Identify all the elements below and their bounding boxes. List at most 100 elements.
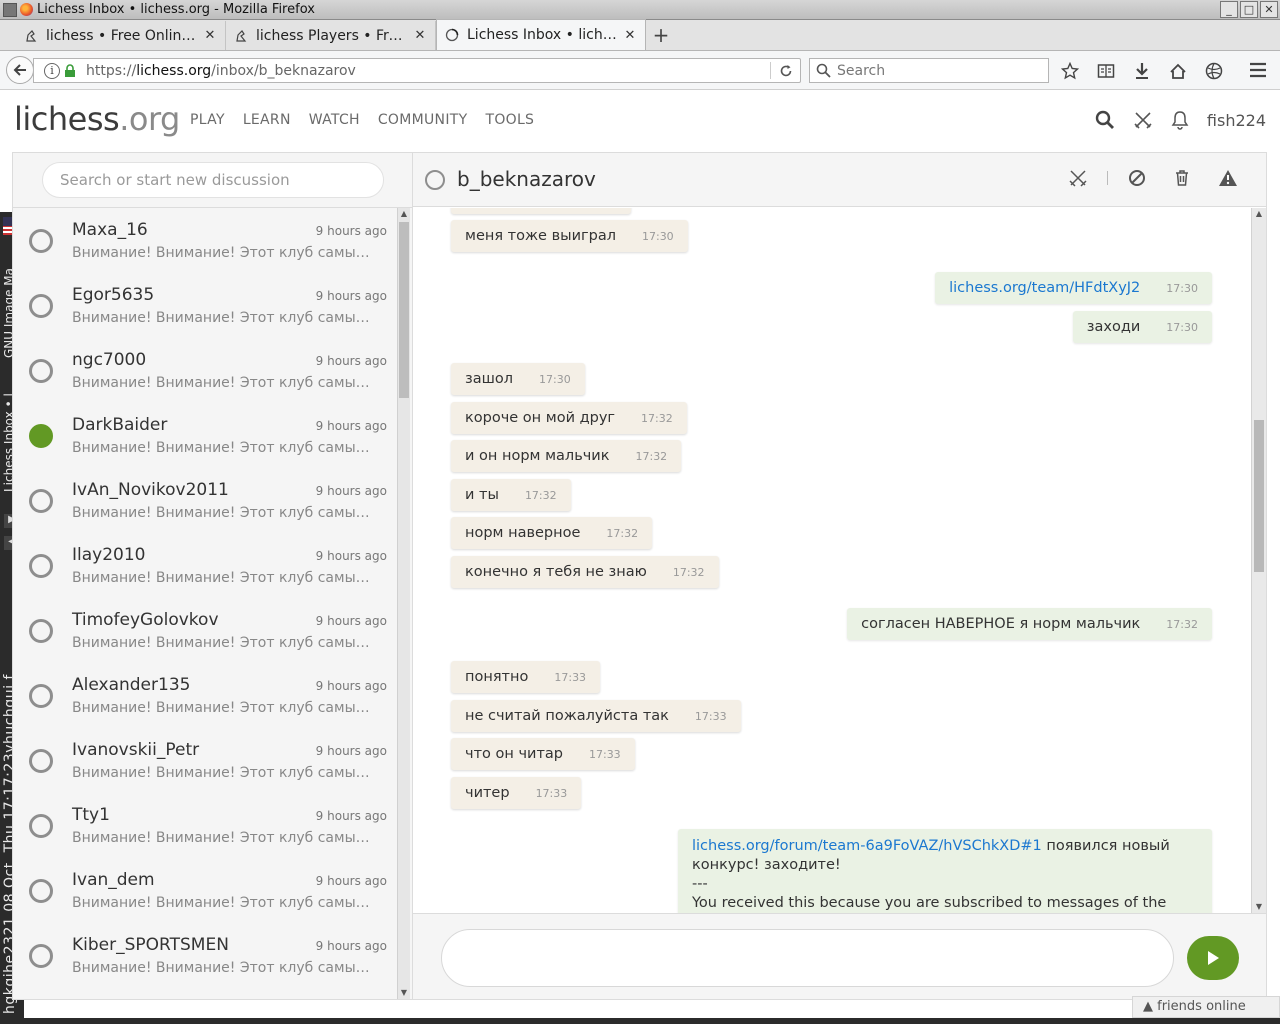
contact-name: IvAn_Novikov2011 bbox=[72, 480, 229, 500]
message-received: не считай пожалуйста так 17:33 bbox=[451, 700, 741, 732]
nav-play[interactable]: PLAY bbox=[190, 112, 225, 128]
contact-item[interactable]: Kiber_SPORTSMEN 9 hours ago Внимание! Вним… bbox=[25, 923, 397, 988]
scroll-up-icon[interactable]: ▲ bbox=[1253, 208, 1265, 220]
friends-online-toggle[interactable]: ▲ friends online bbox=[1132, 996, 1280, 1018]
contact-time: 9 hours ago bbox=[315, 354, 387, 368]
report-warning-icon[interactable] bbox=[1218, 169, 1238, 187]
lichess-logo[interactable]: lichess.org bbox=[14, 100, 180, 138]
notifications-bell-icon[interactable] bbox=[1171, 110, 1189, 130]
message-link[interactable]: lichess.org/forum/team-6a9FoVAZ/hVSChkXD… bbox=[692, 838, 1042, 854]
contact-item[interactable]: DarkBaider 9 hours ago Внимание! Внимание!… bbox=[25, 403, 397, 468]
contact-preview: Внимание! Внимание! Этот клуб самый боль… bbox=[72, 310, 377, 326]
scroll-down-icon[interactable]: ▼ bbox=[1253, 901, 1265, 913]
nav-learn[interactable]: LEARN bbox=[243, 112, 291, 128]
window-menu-button[interactable] bbox=[3, 2, 17, 17]
send-arrow-icon bbox=[1208, 951, 1219, 965]
new-tab-button[interactable]: + bbox=[646, 21, 676, 50]
contact-item[interactable]: Maxa_16 9 hours ago Внимание! Внимание! Эт… bbox=[25, 208, 397, 273]
tab-close-icon[interactable]: ✕ bbox=[623, 28, 637, 43]
tab-close-icon[interactable]: ✕ bbox=[413, 28, 427, 43]
lichess-knight-icon bbox=[236, 29, 247, 42]
scroll-up-icon[interactable]: ▲ bbox=[398, 208, 410, 220]
user-status-icon bbox=[425, 170, 445, 190]
challenge-swords-icon[interactable] bbox=[1133, 110, 1153, 130]
bookmark-star-icon[interactable] bbox=[1058, 60, 1082, 82]
nav-watch[interactable]: WATCH bbox=[309, 112, 360, 128]
discussion-search-input[interactable]: Search or start new discussion bbox=[42, 162, 384, 198]
contact-name: Ivan_dem bbox=[72, 870, 155, 890]
lichess-knight-icon bbox=[26, 29, 37, 42]
close-window-button[interactable]: ✕ bbox=[1260, 1, 1278, 18]
message-sent-team-broadcast: lichess.org/forum/team-6a9FoVAZ/hVSChkXD… bbox=[678, 829, 1212, 913]
message-link[interactable]: lichess.org/team/HFdtXyJ2 bbox=[949, 280, 1140, 296]
contact-preview: Внимание! Внимание! Этот клуб самый боль… bbox=[72, 440, 377, 456]
contact-item[interactable]: Tty1 9 hours ago Внимание! Внимание! Этот … bbox=[25, 793, 397, 858]
challenge-swords-icon[interactable] bbox=[1069, 169, 1087, 187]
contact-item[interactable]: Alexander135 9 hours ago Внимание! Внимани… bbox=[25, 663, 397, 728]
maximize-button[interactable]: □ bbox=[1240, 1, 1258, 18]
contact-name: Ilay2010 bbox=[72, 545, 146, 565]
url-text: https://lichess.org/inbox/b_beknazarov bbox=[86, 62, 356, 79]
nav-community[interactable]: COMMUNITY bbox=[378, 112, 468, 128]
send-button[interactable] bbox=[1187, 936, 1239, 980]
contact-time: 9 hours ago bbox=[315, 224, 387, 238]
contact-time: 9 hours ago bbox=[315, 484, 387, 498]
reading-list-icon[interactable] bbox=[1094, 60, 1118, 82]
conversation-header: b_beknazarov bbox=[413, 153, 1266, 207]
contact-item[interactable]: ngc7000 9 hours ago Внимание! Внимание! Эт… bbox=[25, 338, 397, 403]
tab-close-icon[interactable]: ✕ bbox=[203, 28, 217, 43]
contact-status-icon bbox=[29, 424, 53, 448]
message-sent: заходи 17:30 bbox=[1072, 311, 1212, 343]
tab-lichess-home[interactable]: lichess • Free Online ... ✕ bbox=[16, 21, 226, 50]
search-bar[interactable]: Search bbox=[809, 58, 1049, 83]
downloads-icon[interactable] bbox=[1130, 60, 1154, 82]
user-menu[interactable]: fish224 bbox=[1207, 111, 1266, 130]
contact-status-icon bbox=[29, 619, 53, 643]
conversation-scrollbar[interactable]: ▲ ▼ bbox=[1251, 208, 1266, 913]
message-text: и он норм мальчик bbox=[465, 448, 610, 464]
contact-item[interactable]: Ivanovskii_Petr 9 hours ago Внимание! Вним… bbox=[25, 728, 397, 793]
home-icon[interactable] bbox=[1166, 60, 1190, 82]
contact-preview: Внимание! Внимание! Этот клуб самый боль… bbox=[72, 570, 377, 586]
contact-preview: Внимание! Внимание! Этот клуб самый боль… bbox=[72, 895, 377, 911]
block-icon[interactable] bbox=[1128, 169, 1146, 187]
message-time: 17:33 bbox=[588, 747, 621, 761]
window-titlebar: Lichess Inbox • lichess.org - Mozilla Fi… bbox=[0, 0, 1280, 20]
globe-addon-icon[interactable] bbox=[1202, 60, 1226, 82]
minimize-button[interactable]: _ bbox=[1220, 1, 1238, 18]
firefox-icon bbox=[20, 3, 33, 16]
sidebar-scrollbar[interactable]: ▲ ▼ bbox=[397, 208, 410, 999]
contact-item[interactable]: Ivan_dem 9 hours ago Внимание! Внимание! Э… bbox=[25, 858, 397, 923]
contact-item[interactable]: Egor5635 9 hours ago Внимание! Внимание! Э… bbox=[25, 273, 397, 338]
conversation-username[interactable]: b_beknazarov bbox=[457, 167, 596, 191]
back-button[interactable] bbox=[6, 56, 34, 84]
reload-button[interactable] bbox=[770, 62, 800, 79]
search-icon[interactable] bbox=[1095, 110, 1115, 130]
desktop-bottom-bar bbox=[0, 1018, 1280, 1024]
site-info-icon[interactable]: i bbox=[44, 62, 60, 79]
message-received: зашол 17:30 bbox=[451, 363, 585, 395]
scrollbar-thumb[interactable] bbox=[1254, 420, 1264, 572]
message-time: 17:30 bbox=[1166, 320, 1198, 334]
message-time: 17:32 bbox=[606, 526, 639, 540]
message-text: и ты bbox=[465, 487, 499, 503]
menu-hamburger-icon[interactable] bbox=[1248, 60, 1270, 82]
contact-item[interactable]: Ilay2010 9 hours ago Внимание! Внимание! Э… bbox=[25, 533, 397, 598]
nav-tools[interactable]: TOOLS bbox=[485, 112, 534, 128]
message-time: 17:32 bbox=[635, 449, 668, 463]
tab-lichess-players[interactable]: lichess Players • Free... ✕ bbox=[226, 21, 436, 50]
contact-item[interactable]: IvAn_Novikov2011 9 hours ago Внимание! Вни… bbox=[25, 468, 397, 533]
contact-name: DarkBaider bbox=[72, 415, 168, 435]
scroll-down-icon[interactable]: ▼ bbox=[398, 987, 410, 999]
delete-trash-icon[interactable] bbox=[1174, 169, 1190, 187]
scrollbar-thumb[interactable] bbox=[399, 222, 409, 398]
message-received: читер 17:33 bbox=[451, 777, 582, 809]
message-text: читер bbox=[465, 785, 510, 801]
tab-lichess-inbox[interactable]: Lichess Inbox • liches... ✕ bbox=[436, 19, 646, 50]
contact-name: Maxa_16 bbox=[72, 220, 148, 240]
contact-status-icon bbox=[29, 554, 53, 578]
contact-item[interactable]: TimofeyGolovkov 9 hours ago Внимание! Вним… bbox=[25, 598, 397, 663]
url-bar[interactable]: i https://lichess.org/inbox/b_beknazarov bbox=[33, 58, 801, 83]
message-input[interactable] bbox=[441, 929, 1174, 987]
contact-status-icon bbox=[29, 944, 53, 968]
